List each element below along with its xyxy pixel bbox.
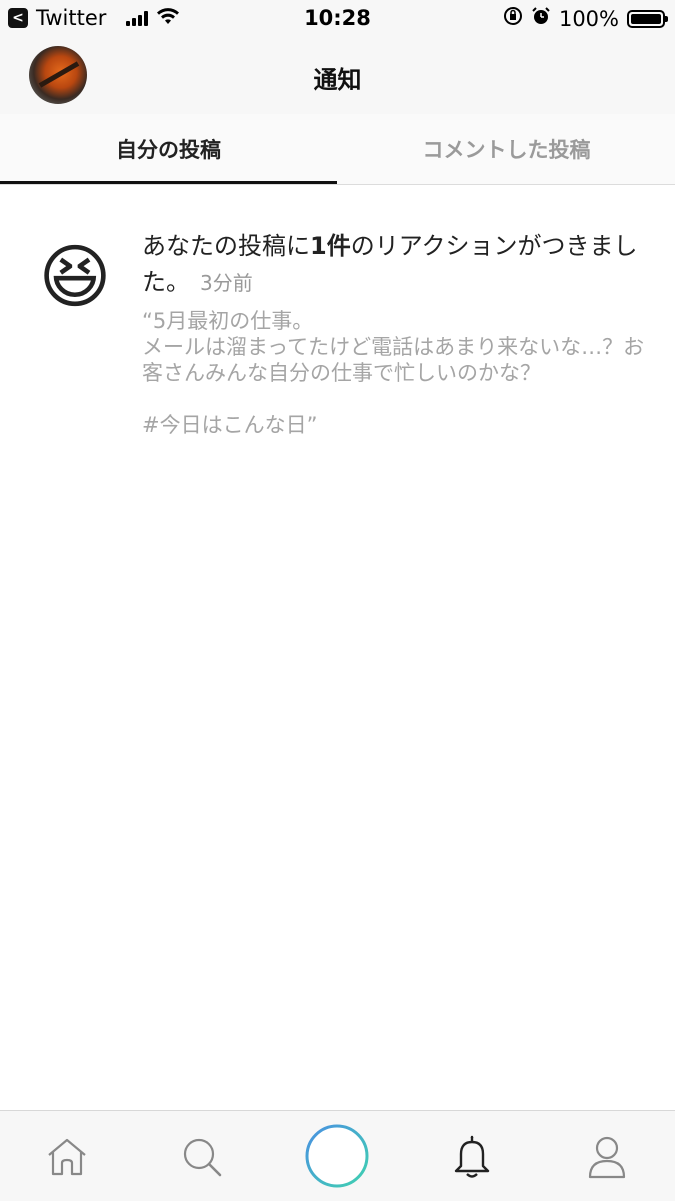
tab-commented-posts[interactable]: コメントした投稿: [338, 114, 675, 184]
nav-profile[interactable]: [577, 1129, 637, 1185]
notification-count: 1件: [310, 232, 351, 260]
reaction-emoji-icon: 😆: [38, 236, 112, 318]
tab-bar: 自分の投稿 コメントした投稿: [0, 114, 675, 185]
new-post-button[interactable]: [304, 1123, 370, 1189]
rotation-lock-icon: [503, 6, 523, 31]
battery-icon: [627, 9, 668, 28]
alarm-icon: [531, 6, 551, 31]
post-quote: “5月最初の仕事。 メールは溜まってたけど電話はあまり来ないな…？お客さんみんな…: [142, 309, 645, 437]
home-icon: [45, 1137, 89, 1177]
notification-text-prefix: あなたの投稿に: [142, 232, 310, 260]
status-bar: < Twitter 10:28 100%: [0, 0, 675, 38]
notification-time: 3分前: [200, 271, 253, 295]
bottom-nav: [0, 1110, 675, 1201]
battery-percent: 100%: [558, 6, 619, 31]
profile-icon: [587, 1135, 627, 1179]
header: 通知: [0, 38, 675, 114]
bell-icon: [451, 1134, 493, 1180]
active-tab-indicator: [0, 181, 337, 184]
search-icon: [180, 1135, 224, 1179]
nav-search[interactable]: [172, 1129, 232, 1185]
nav-home[interactable]: [37, 1129, 97, 1185]
notification-text: あなたの投稿に1件のリアクションがつきました。 3分前: [142, 228, 647, 301]
plus-icon: [304, 1123, 370, 1189]
page-title: 通知: [313, 66, 362, 94]
nav-notifications[interactable]: [442, 1129, 502, 1185]
tab-my-posts[interactable]: 自分の投稿: [0, 114, 337, 184]
